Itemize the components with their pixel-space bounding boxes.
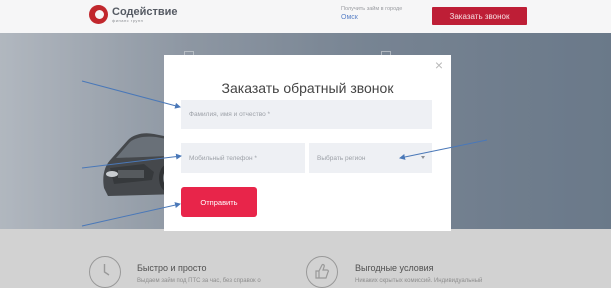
submit-button[interactable]: Отправить: [181, 187, 257, 217]
full-name-input[interactable]: Фамилия, имя и отчество *: [181, 100, 432, 129]
modal-title: Заказать обратный звонок: [221, 80, 394, 96]
chevron-down-icon: [421, 156, 425, 159]
city-selector: Получить займ в городе Омск: [341, 6, 402, 23]
region-select[interactable]: Выбрать регион: [309, 143, 432, 173]
logo-mark-icon: [89, 5, 108, 24]
clock-icon: [89, 256, 121, 288]
thumbs-up-icon: [306, 256, 338, 288]
phone-placeholder: Мобильный телефон *: [189, 154, 257, 162]
city-prompt: Получить займ в городе: [341, 6, 403, 12]
logo-subtitle: финанс групп: [112, 17, 144, 23]
brand-logo[interactable]: Содействие финанс групп: [89, 5, 178, 24]
site-header: Содействие финанс групп Получить займ в …: [0, 0, 611, 33]
city-link[interactable]: Омск: [341, 13, 402, 22]
feature-text: Выдаем займ под ПТС за час, без справок …: [137, 278, 261, 284]
close-icon[interactable]: ×: [432, 58, 446, 72]
feature-title: Выгодные условия: [355, 263, 434, 273]
feature-title: Быстро и просто: [137, 263, 207, 273]
full-name-placeholder: Фамилия, имя и отчество *: [189, 111, 271, 118]
logo-name: Содействие: [112, 5, 178, 18]
region-placeholder: Выбрать регион: [317, 154, 366, 162]
phone-input[interactable]: Мобильный телефон *: [181, 143, 305, 173]
feature-text: Никаких скрытых комиссий. Индивидуальный: [355, 278, 483, 284]
callback-button[interactable]: Заказать звонок: [432, 7, 527, 25]
